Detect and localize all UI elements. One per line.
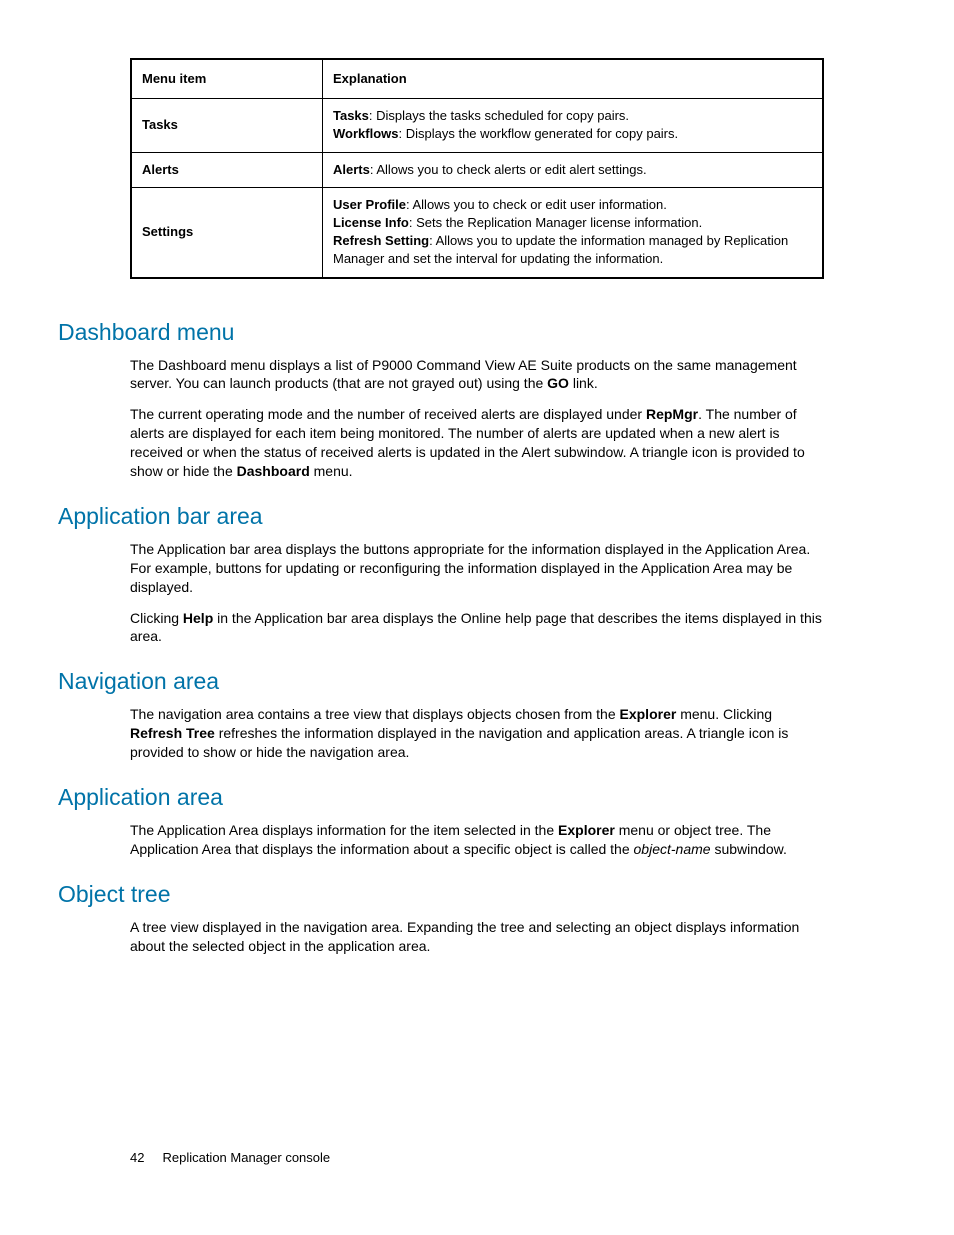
paragraph: The Dashboard menu displays a list of P9… <box>130 356 824 394</box>
expl-line: Tasks: Displays the tasks scheduled for … <box>333 107 812 125</box>
menu-cell: Settings <box>131 187 323 277</box>
heading-navigation-area: Navigation area <box>58 668 824 695</box>
heading-object-tree: Object tree <box>58 881 824 908</box>
expl-line: License Info: Sets the Replication Manag… <box>333 214 812 232</box>
paragraph: The navigation area contains a tree view… <box>130 705 824 762</box>
document-page: Menu item Explanation Tasks Tasks: Displ… <box>0 0 954 1235</box>
expl-cell: Tasks: Displays the tasks scheduled for … <box>323 99 824 152</box>
menu-cell: Tasks <box>131 99 323 152</box>
page-footer: 42 Replication Manager console <box>130 1150 330 1165</box>
paragraph: The Application Area displays informatio… <box>130 821 824 859</box>
page-number: 42 <box>130 1150 144 1165</box>
expl-cell: User Profile: Allows you to check or edi… <box>323 187 824 277</box>
paragraph: A tree view displayed in the navigation … <box>130 918 824 956</box>
heading-dashboard-menu: Dashboard menu <box>58 319 824 346</box>
expl-line: Workflows: Displays the workflow generat… <box>333 125 812 143</box>
col-explanation: Explanation <box>323 59 824 99</box>
table-header-row: Menu item Explanation <box>131 59 823 99</box>
heading-application-area: Application area <box>58 784 824 811</box>
menu-table: Menu item Explanation Tasks Tasks: Displ… <box>130 58 824 279</box>
table-row: Alerts Alerts: Allows you to check alert… <box>131 152 823 187</box>
footer-title: Replication Manager console <box>162 1150 330 1165</box>
col-menu: Menu item <box>131 59 323 99</box>
expl-line: Refresh Setting: Allows you to update th… <box>333 232 812 268</box>
heading-application-bar-area: Application bar area <box>58 503 824 530</box>
paragraph: The Application bar area displays the bu… <box>130 540 824 597</box>
expl-line: User Profile: Allows you to check or edi… <box>333 196 812 214</box>
paragraph: Clicking Help in the Application bar are… <box>130 609 824 647</box>
expl-line: Alerts: Allows you to check alerts or ed… <box>333 161 812 179</box>
table-row: Tasks Tasks: Displays the tasks schedule… <box>131 99 823 152</box>
expl-cell: Alerts: Allows you to check alerts or ed… <box>323 152 824 187</box>
menu-cell: Alerts <box>131 152 323 187</box>
paragraph: The current operating mode and the numbe… <box>130 405 824 481</box>
table-row: Settings User Profile: Allows you to che… <box>131 187 823 277</box>
